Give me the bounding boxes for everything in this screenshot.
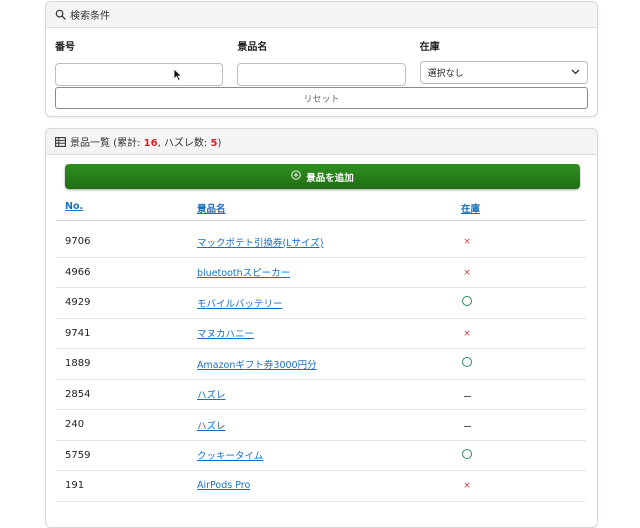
table-row: 191 AirPods Pro × (56, 471, 586, 502)
column-header-name[interactable]: 景品名 (197, 204, 226, 215)
prize-table: No. 景品名 在庫 9706 マックポテト引換券(Lサイズ) × 4966 b… (56, 201, 586, 502)
row-number: 4966 (65, 266, 91, 278)
out-of-stock-icon: × (463, 481, 471, 492)
chevron-down-icon (571, 68, 580, 78)
number-label: 番号 (55, 42, 75, 53)
table-row: 9706 マックポテト引換券(Lサイズ) × (56, 227, 586, 258)
prize-name-link[interactable]: マックポテト引換券(Lサイズ) (197, 238, 323, 249)
title-prefix: 景品一覧 (累計: (70, 138, 144, 149)
row-number: 2854 (65, 388, 91, 400)
table-row: 1889 Amazonギフト券3000円分 (56, 349, 586, 380)
prize-list-title: 景品一覧 (累計: 16, ハズレ数: 5) (70, 134, 221, 149)
reset-button[interactable]: リセット (55, 87, 588, 109)
table-row: 4929 モバイルバッテリー (56, 288, 586, 319)
stock-field: 在庫 選択なし (419, 38, 588, 86)
prize-name-link[interactable]: クッキータイム (197, 451, 263, 462)
table-row: 5759 クッキータイム (56, 441, 586, 471)
table-header-row: No. 景品名 在庫 (56, 201, 586, 221)
row-number: 240 (65, 419, 85, 431)
mouse-pointer-icon (173, 67, 183, 82)
plus-circle-icon (291, 170, 301, 183)
search-icon (55, 9, 66, 20)
prize-name-link[interactable]: bluetoothスピーカー (197, 268, 290, 279)
add-prize-button[interactable]: 景品を追加 (65, 164, 580, 189)
reset-button-label: リセット (303, 94, 340, 105)
stock-select[interactable]: 選択なし (419, 61, 588, 84)
not-applicable-icon (461, 426, 473, 428)
row-number: 5759 (65, 449, 91, 461)
prize-name-input[interactable] (237, 62, 406, 86)
prize-list-panel: 景品一覧 (累計: 16, ハズレ数: 5) 景品を追加 No. 景品名 在庫 … (45, 128, 598, 528)
prize-name-link[interactable]: ハズレ (197, 421, 226, 432)
search-fields: 番号 景品名 在庫 選択なし (55, 38, 588, 86)
search-panel-title: 検索条件 (70, 11, 110, 22)
row-number: 1889 (65, 358, 91, 370)
in-stock-icon (461, 357, 473, 368)
prize-name-link[interactable]: モバイルバッテリー (197, 299, 283, 310)
in-stock-icon (461, 296, 473, 307)
prize-name-link[interactable]: Amazonギフト券3000円分 (197, 360, 317, 371)
row-number: 191 (65, 480, 85, 492)
not-applicable-icon (461, 395, 473, 397)
number-field: 番号 (55, 38, 224, 86)
column-header-no[interactable]: No. (65, 201, 83, 212)
row-number: 4929 (65, 297, 91, 309)
prize-list-header: 景品一覧 (累計: 16, ハズレ数: 5) (46, 129, 597, 155)
column-header-stock[interactable]: 在庫 (461, 204, 480, 215)
number-input[interactable] (55, 62, 224, 86)
total-count: 16 (143, 138, 158, 149)
stock-select-value: 選択なし (427, 69, 464, 79)
out-of-stock-icon: × (463, 267, 471, 278)
table-row: 9741 マヌカハニー × (56, 319, 586, 349)
search-conditions-panel: 検索条件 番号 景品名 在庫 選択なし リセット (45, 1, 598, 117)
prize-name-field: 景品名 (237, 38, 406, 86)
table-icon (55, 136, 66, 147)
title-mid: , ハズレ数: (157, 138, 211, 149)
stock-label: 在庫 (419, 42, 440, 53)
prize-name-link[interactable]: AirPods Pro (197, 480, 250, 491)
prize-name-link[interactable]: マヌカハニー (197, 329, 254, 340)
row-number: 9706 (65, 236, 91, 248)
out-of-stock-icon: × (463, 237, 471, 248)
table-row: 4966 bluetoothスピーカー × (56, 258, 586, 288)
table-row: 240 ハズレ (56, 410, 586, 441)
add-prize-label: 景品を追加 (306, 172, 354, 184)
prize-name-label: 景品名 (237, 42, 268, 53)
search-panel-header: 検索条件 (46, 2, 597, 28)
in-stock-icon (461, 448, 473, 459)
row-number: 9741 (65, 327, 91, 339)
title-suffix: ) (217, 138, 222, 149)
table-row: 2854 ハズレ (56, 380, 586, 410)
out-of-stock-icon: × (463, 328, 471, 339)
prize-name-link[interactable]: ハズレ (197, 390, 226, 401)
